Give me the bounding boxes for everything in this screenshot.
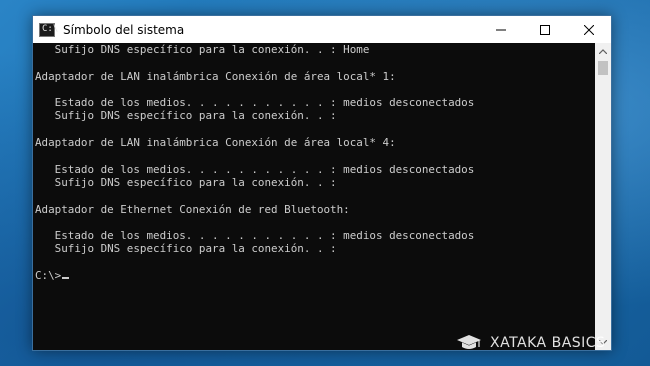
close-icon [584, 24, 594, 35]
watermark-text: XATAKA BASICS [490, 335, 606, 351]
scroll-track[interactable] [595, 59, 611, 334]
console-line: Sufijo DNS específico para la conexión. … [35, 175, 337, 189]
scroll-thumb[interactable] [598, 61, 608, 75]
command-prompt-window[interactable]: C:\ Símbolo del sistema Sufijo DNS espec… [32, 15, 612, 351]
console-line: Adaptador de LAN inalámbrica Conexión de… [35, 69, 396, 83]
cmd-icon[interactable]: C:\ [39, 22, 59, 37]
title-bar[interactable]: C:\ Símbolo del sistema [33, 16, 611, 43]
console-line: Adaptador de LAN inalámbrica Conexión de… [35, 136, 396, 150]
window-controls [479, 16, 611, 43]
minimize-icon [496, 29, 506, 30]
console-line: Sufijo DNS específico para la conexión. … [35, 43, 370, 56]
console-line: Estado de los medios. . . . . . . . . . … [35, 229, 475, 243]
cmd-icon-glyph: C:\ [42, 23, 59, 34]
prompt-text: C:\> [35, 269, 62, 283]
vertical-scrollbar[interactable] [595, 43, 611, 350]
console-line: Sufijo DNS específico para la conexión. … [35, 242, 337, 256]
close-button[interactable] [567, 16, 611, 43]
maximize-icon [540, 24, 550, 35]
text-cursor [62, 277, 70, 280]
console-lines: Sufijo DNS específico para la conexión. … [35, 43, 595, 269]
graduation-cap-icon [457, 335, 481, 349]
chevron-up-icon [599, 48, 607, 54]
console-line: Estado de los medios. . . . . . . . . . … [35, 96, 475, 110]
minimize-button[interactable] [479, 16, 523, 43]
command-prompt-line[interactable]: C:\> [35, 269, 595, 282]
window-title: Símbolo del sistema [63, 22, 185, 37]
console-output[interactable]: Sufijo DNS específico para la conexión. … [33, 43, 595, 350]
scroll-up-button[interactable] [595, 43, 611, 59]
watermark: XATAKA BASICS [456, 333, 605, 353]
maximize-button[interactable] [523, 16, 567, 43]
console-line: Adaptador de Ethernet Conexión de red Bl… [35, 202, 350, 216]
console-line: Sufijo DNS específico para la conexión. … [35, 109, 337, 123]
console-line: Estado de los medios. . . . . . . . . . … [35, 162, 475, 176]
